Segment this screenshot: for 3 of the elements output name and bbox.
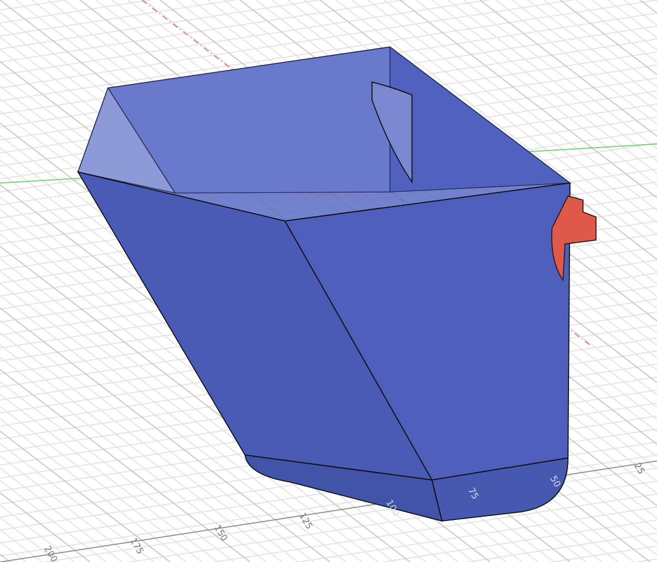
axis-tick-label: 50: [547, 474, 562, 490]
axis-tick-label: 75: [465, 486, 480, 502]
axis-tick-label: 25: [631, 462, 646, 476]
